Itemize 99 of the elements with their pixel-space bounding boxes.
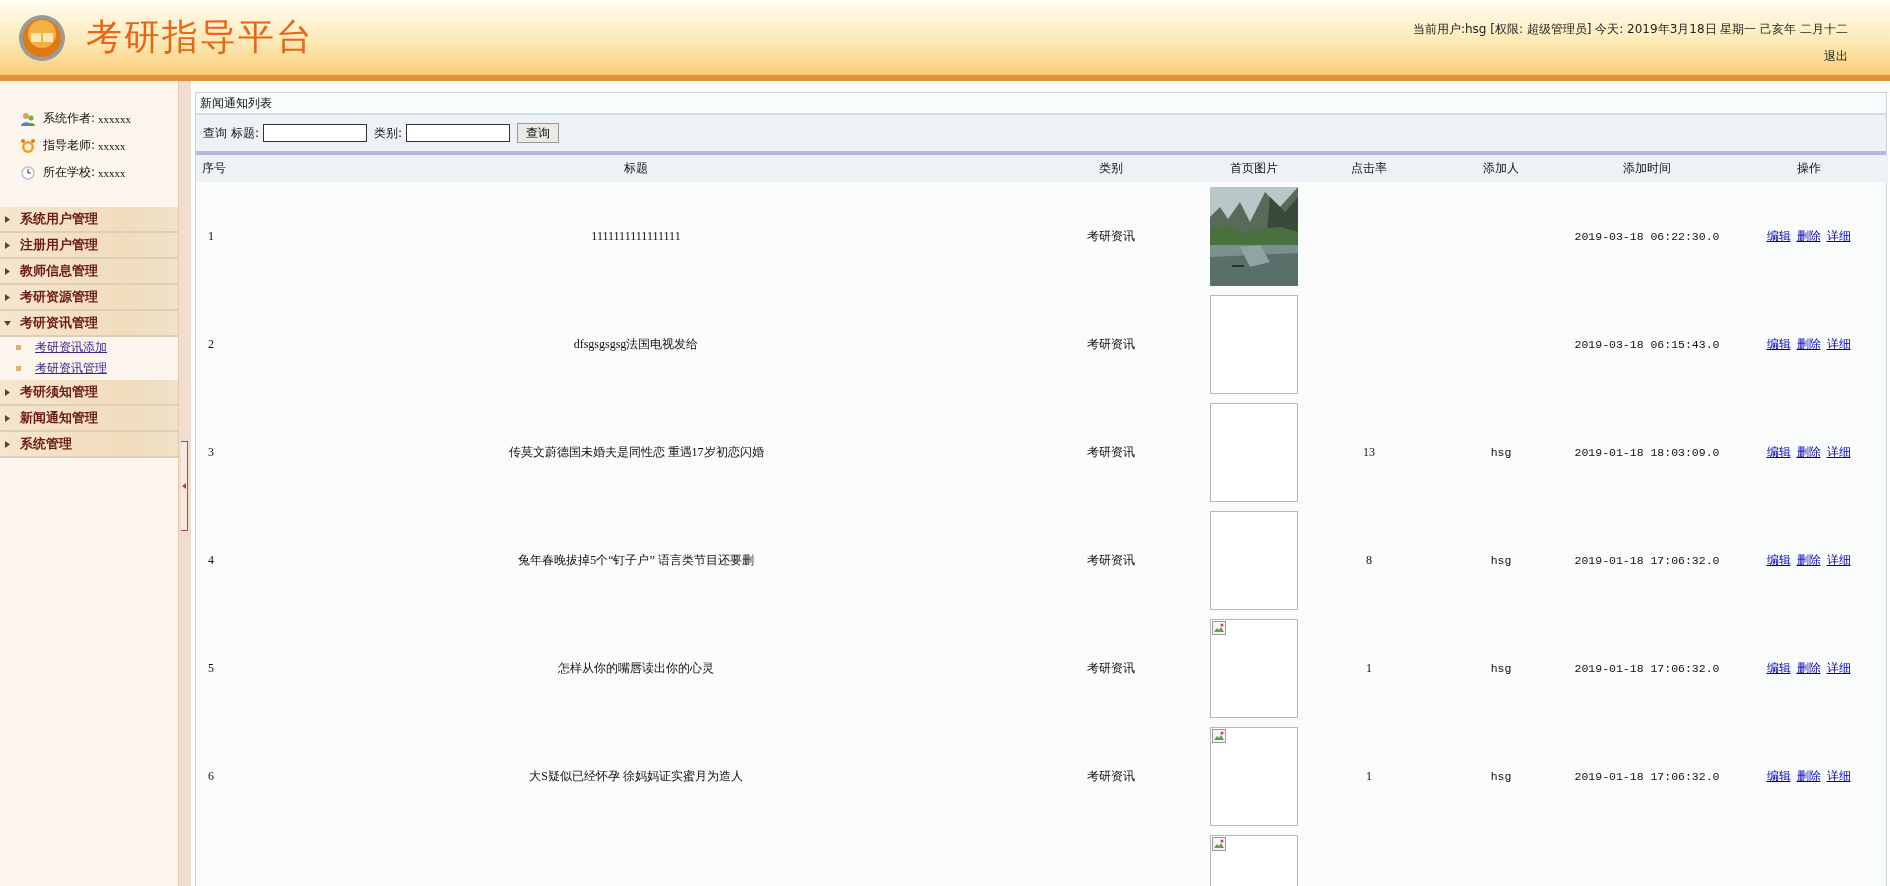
- action-link[interactable]: 详细: [1826, 227, 1851, 245]
- column-header: 标题: [623, 160, 649, 177]
- logo-icon: [18, 13, 66, 62]
- column-header: 添加人: [1482, 160, 1520, 177]
- table-cell: 2019-01-18 18:03:09.0: [1574, 445, 1720, 459]
- submenu-link[interactable]: 考研资讯管理: [35, 360, 107, 377]
- search-field[interactable]: [263, 124, 368, 142]
- table-cell: hsg: [1490, 769, 1512, 783]
- user-info: 当前用户:hsg [权限: 超级管理员] 今天: 2019年3月18日 星期一 己亥年 二月十二: [1412, 20, 1848, 38]
- menu-item[interactable]: 教师信息管理: [0, 259, 178, 285]
- caret-icon: [5, 293, 10, 301]
- action-link[interactable]: 删除: [1796, 335, 1821, 353]
- action-link[interactable]: 删除: [1796, 767, 1821, 785]
- table-cell: 考研资讯: [1087, 444, 1135, 459]
- table-cell: 6: [208, 768, 214, 783]
- menu-item[interactable]: 注册用户管理: [0, 233, 178, 259]
- table-cell: 3: [208, 444, 214, 459]
- logout-link[interactable]: 退出: [1824, 47, 1848, 65]
- action-link[interactable]: 删除: [1796, 227, 1821, 245]
- table-cell: 怎样从你的嘴唇读出你的心灵: [558, 660, 714, 675]
- people-icon: [20, 110, 36, 127]
- info-label: 系统作者:: [43, 110, 96, 127]
- table-cell: 2019-01-18 17:06:32.0: [1574, 769, 1720, 783]
- menu-item[interactable]: 新闻通知管理: [0, 406, 178, 432]
- bullet-icon: [16, 366, 21, 371]
- caret-icon: [5, 440, 10, 448]
- table-cell: 考研资讯: [1087, 228, 1135, 243]
- table-cell: 2019-01-18 17:06:32.0: [1574, 661, 1720, 675]
- collapse-handle[interactable]: [181, 441, 188, 531]
- submenu-link[interactable]: 考研资讯添加: [35, 339, 107, 356]
- info-value: xxxxx: [98, 166, 126, 179]
- table-cell: 兔年春晚拔掉5个“钉子户” 语言类节目还要删: [518, 552, 754, 567]
- app-title: 考研指导平台: [86, 15, 314, 59]
- caret-icon: [5, 388, 10, 396]
- caret-icon: [5, 241, 10, 249]
- bullet-icon: [16, 345, 21, 350]
- table-cell: 大S疑似已经怀孕 徐妈妈证实蜜月为造人: [529, 768, 743, 783]
- field-label: 标题:: [231, 124, 260, 142]
- menu-item[interactable]: 考研资源管理: [0, 285, 178, 311]
- table-cell: 2019-03-18 06:15:43.0: [1574, 337, 1720, 351]
- search-button[interactable]: 查询: [517, 123, 560, 143]
- info-label: 指导老师:: [43, 137, 96, 154]
- menu-item[interactable]: 系统管理: [0, 432, 178, 458]
- action-link[interactable]: 编辑: [1766, 443, 1791, 461]
- clock-icon: [20, 164, 36, 181]
- table-cell: hsg: [1490, 661, 1512, 675]
- column-header: 类别: [1098, 160, 1124, 177]
- table-cell: 1: [208, 228, 214, 243]
- action-link[interactable]: 详细: [1826, 767, 1851, 785]
- action-link[interactable]: 详细: [1826, 659, 1851, 677]
- action-link[interactable]: 编辑: [1766, 659, 1791, 677]
- table-cell: 1: [1366, 660, 1372, 675]
- column-header: 首页图片: [1228, 160, 1279, 177]
- table-cell: 4: [208, 552, 214, 567]
- table-cell: hsg: [1490, 445, 1512, 459]
- action-link[interactable]: 详细: [1826, 335, 1851, 353]
- action-link[interactable]: 编辑: [1766, 551, 1791, 569]
- search-label: 查询: [203, 124, 227, 142]
- caret-icon: [5, 414, 10, 422]
- menu-item[interactable]: 系统用户管理: [0, 207, 178, 233]
- menu-item[interactable]: 考研资讯管理: [0, 311, 178, 337]
- table-cell: 8: [1366, 552, 1372, 567]
- alarm-clock-icon: [20, 137, 36, 154]
- caret-icon: [5, 215, 10, 223]
- info-value: xxxxxx: [98, 112, 132, 125]
- action-link[interactable]: 删除: [1796, 659, 1821, 677]
- field-label: 类别:: [374, 124, 403, 142]
- table-cell: dfsgsgsgsg法国电视发给: [573, 336, 699, 351]
- caret-icon: [4, 320, 11, 326]
- table-cell: 传莫文蔚德国未婚夫是同性恋 重遇17岁初恋闪婚: [508, 444, 764, 459]
- table-cell: 1111111111111111: [591, 228, 681, 243]
- table-cell: 2019-01-18 17:06:32.0: [1574, 553, 1720, 567]
- caret-icon: [5, 267, 10, 275]
- column-header: 序号: [201, 160, 227, 177]
- table-cell: 2019-03-18 06:22:30.0: [1574, 229, 1720, 243]
- action-link[interactable]: 编辑: [1766, 227, 1791, 245]
- table-cell: 1: [1366, 768, 1372, 783]
- action-link[interactable]: 删除: [1796, 443, 1821, 461]
- column-header: 添加时间: [1622, 160, 1672, 177]
- column-header: 点击率: [1350, 160, 1388, 177]
- search-field[interactable]: [406, 124, 511, 142]
- panel-title: 新闻通知列表: [196, 93, 1886, 115]
- action-link[interactable]: 编辑: [1766, 767, 1791, 785]
- info-value: xxxxx: [98, 139, 126, 152]
- action-link[interactable]: 删除: [1796, 551, 1821, 569]
- column-header: 操作: [1795, 160, 1822, 177]
- table-cell: 考研资讯: [1087, 552, 1135, 567]
- menu-item[interactable]: 考研须知管理: [0, 380, 178, 406]
- table-cell: 13: [1363, 444, 1375, 459]
- action-link[interactable]: 详细: [1826, 443, 1851, 461]
- table-cell: 考研资讯: [1087, 660, 1135, 675]
- table-cell: 考研资讯: [1087, 768, 1135, 783]
- table-cell: 2: [208, 336, 214, 351]
- table-cell: 5: [208, 660, 214, 675]
- table-cell: hsg: [1490, 553, 1512, 567]
- action-link[interactable]: 编辑: [1766, 335, 1791, 353]
- action-link[interactable]: 详细: [1826, 551, 1851, 569]
- info-label: 所在学校:: [43, 164, 96, 181]
- table-cell: 考研资讯: [1087, 336, 1135, 351]
